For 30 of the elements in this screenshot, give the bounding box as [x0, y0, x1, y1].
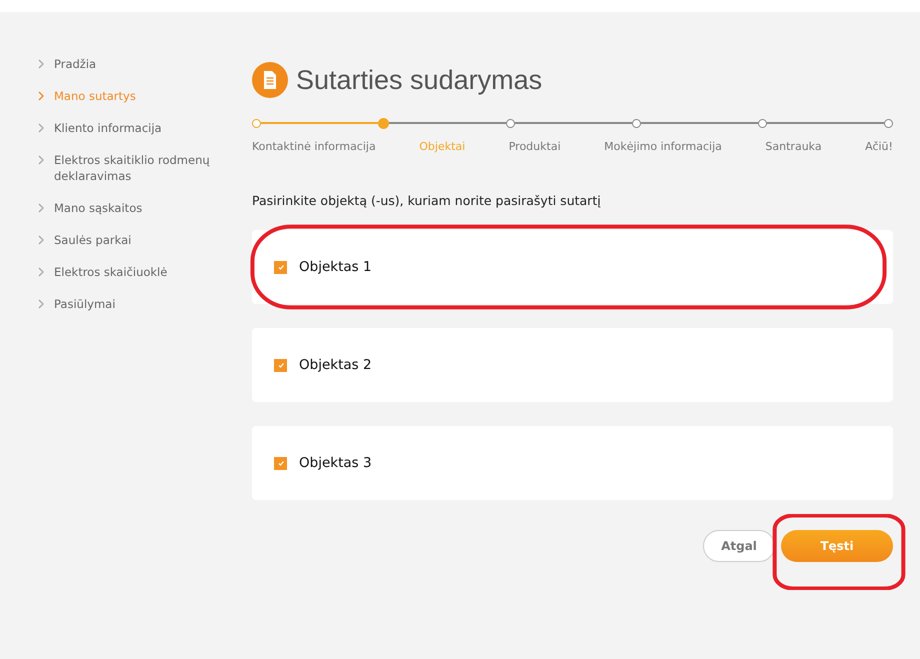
sidebar-item[interactable]: Pasiūlymai — [38, 292, 238, 324]
step-label[interactable]: Ačiū! — [865, 140, 893, 153]
chevron-icon — [38, 267, 44, 277]
step-label[interactable]: Produktai — [508, 140, 561, 153]
nav-button[interactable]: Atgal — [703, 530, 775, 562]
chevron-icon — [38, 59, 44, 69]
object-label: Objektas 2 — [299, 357, 372, 373]
step-label[interactable]: Mokėjimo informacija — [604, 140, 722, 153]
sidebar-item[interactable]: Elektros skaitiklio rodmenų deklaravimas — [38, 148, 238, 196]
step-label[interactable]: Kontaktinė informacija — [252, 140, 376, 153]
chevron-icon — [38, 235, 44, 245]
chevron-icon — [38, 203, 44, 213]
checkbox[interactable] — [274, 358, 287, 372]
sidebar-item[interactable]: Kliento informacija — [38, 116, 238, 148]
object-label: Objektas 1 — [299, 259, 372, 275]
checkbox[interactable] — [274, 456, 287, 470]
sidebar-item[interactable]: Elektros skaičiuoklė — [38, 260, 238, 292]
chevron-icon — [38, 155, 44, 165]
object-label: Objektas 3 — [299, 455, 372, 471]
step-label[interactable]: Santrauka — [765, 140, 822, 153]
instruction-text: Pasirinkite objektą (-us), kuriam norite pasirašyti sutartį — [252, 193, 602, 208]
chevron-icon — [38, 91, 44, 101]
chevron-icon — [38, 299, 44, 309]
page-title: Sutarties sudarymas — [296, 64, 542, 96]
sidebar-item[interactable]: Saulės parkai — [38, 228, 238, 260]
document-icon — [252, 62, 288, 98]
chevron-icon — [38, 123, 44, 133]
checkbox[interactable] — [274, 260, 287, 274]
sidebar-item[interactable]: Mano sąskaitos — [38, 196, 238, 228]
sidebar-item[interactable]: Pradžia — [38, 52, 238, 84]
